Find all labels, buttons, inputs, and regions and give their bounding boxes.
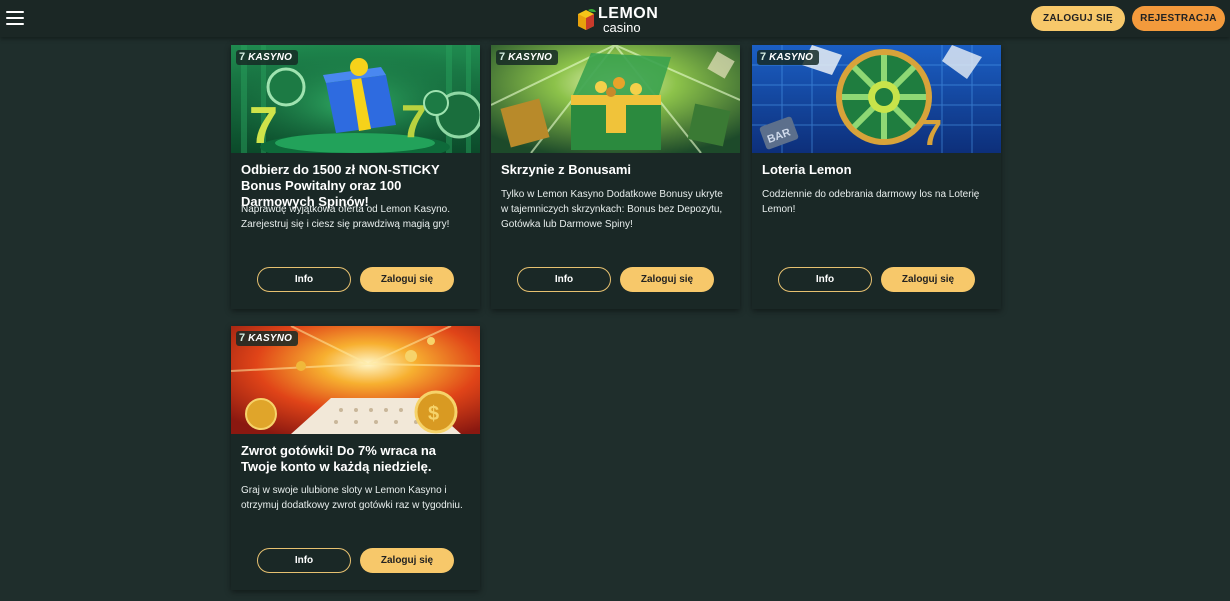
lemon-logo-icon: [578, 8, 596, 30]
info-button[interactable]: Info: [257, 267, 351, 292]
promo-title: Skrzynie z Bonusami: [501, 162, 632, 177]
logo-subtitle: casino: [603, 20, 641, 35]
hamburger-menu-icon[interactable]: [6, 11, 24, 25]
category-tag: 7 KASYNO: [236, 50, 299, 65]
category-tag-label: KASYNO: [508, 52, 553, 63]
info-button[interactable]: Info: [517, 267, 611, 292]
header-login-button[interactable]: ZALOGUJ SIĘ: [1031, 6, 1125, 31]
promo-card-welcome-bonus: 7 7 7 KASYNO Odbierz do 1500 zł NON-STIC…: [231, 45, 480, 309]
login-button[interactable]: Zaloguj się: [360, 548, 454, 573]
svg-text:7: 7: [401, 95, 427, 147]
login-button[interactable]: Zaloguj się: [881, 267, 975, 292]
promo-card-bonus-chests: 7 KASYNO Skrzynie z Bonusami Tylko w Lem…: [491, 45, 740, 309]
promo-image-welcome-bonus[interactable]: 7 7 7 KASYNO: [231, 45, 480, 153]
category-tag: 7 KASYNO: [236, 331, 299, 346]
category-tag-label: KASYNO: [248, 333, 293, 344]
promo-description: Graj w swoje ulubione sloty w Lemon Kasy…: [241, 485, 463, 511]
seven-slot-icon: 7: [499, 51, 506, 63]
promo-image-lottery[interactable]: BAR 7 7 KASYNO: [752, 45, 1001, 153]
promo-description: Tylko w Lemon Kasyno Dodatkowe Bonusy uk…: [501, 189, 723, 230]
category-tag-label: KASYNO: [248, 52, 293, 63]
category-tag: 7 KASYNO: [757, 50, 820, 65]
promo-title: Loteria Lemon: [762, 162, 852, 177]
login-button[interactable]: Zaloguj się: [360, 267, 454, 292]
info-button[interactable]: Info: [778, 267, 872, 292]
category-tag-label: KASYNO: [769, 52, 814, 63]
login-button[interactable]: Zaloguj się: [620, 267, 714, 292]
header-register-button[interactable]: REJESTRACJA: [1132, 6, 1225, 31]
seven-slot-icon: 7: [239, 332, 246, 344]
promo-image-cashback[interactable]: $ 7 KASYNO: [231, 326, 480, 434]
svg-text:$: $: [428, 403, 439, 425]
promo-description: Codziennie do odebrania darmowy los na L…: [762, 189, 980, 215]
promo-card-cashback: $ 7 KASYNO Zwrot gotówki! Do 7% wraca na…: [231, 326, 480, 590]
promo-description: Naprawdę wyjątkowa oferta od Lemon Kasyn…: [241, 204, 451, 230]
promo-title: Zwrot gotówki! Do 7% wraca na Twoje kont…: [241, 443, 437, 474]
lemon-casino-logo[interactable]: LEMON casino: [576, 6, 662, 34]
seven-slot-icon: 7: [239, 51, 246, 63]
seven-slot-icon: 7: [760, 51, 767, 63]
promo-card-lottery: BAR 7 7 KASYNO Loteria Lemon Codziennie …: [752, 45, 1001, 309]
svg-text:7: 7: [249, 97, 278, 153]
promo-image-bonus-chests[interactable]: 7 KASYNO: [491, 45, 740, 153]
info-button[interactable]: Info: [257, 548, 351, 573]
category-tag: 7 KASYNO: [496, 50, 559, 65]
top-bar: LEMON casino ZALOGUJ SIĘ REJESTRACJA: [0, 0, 1230, 37]
svg-text:7: 7: [922, 112, 942, 153]
